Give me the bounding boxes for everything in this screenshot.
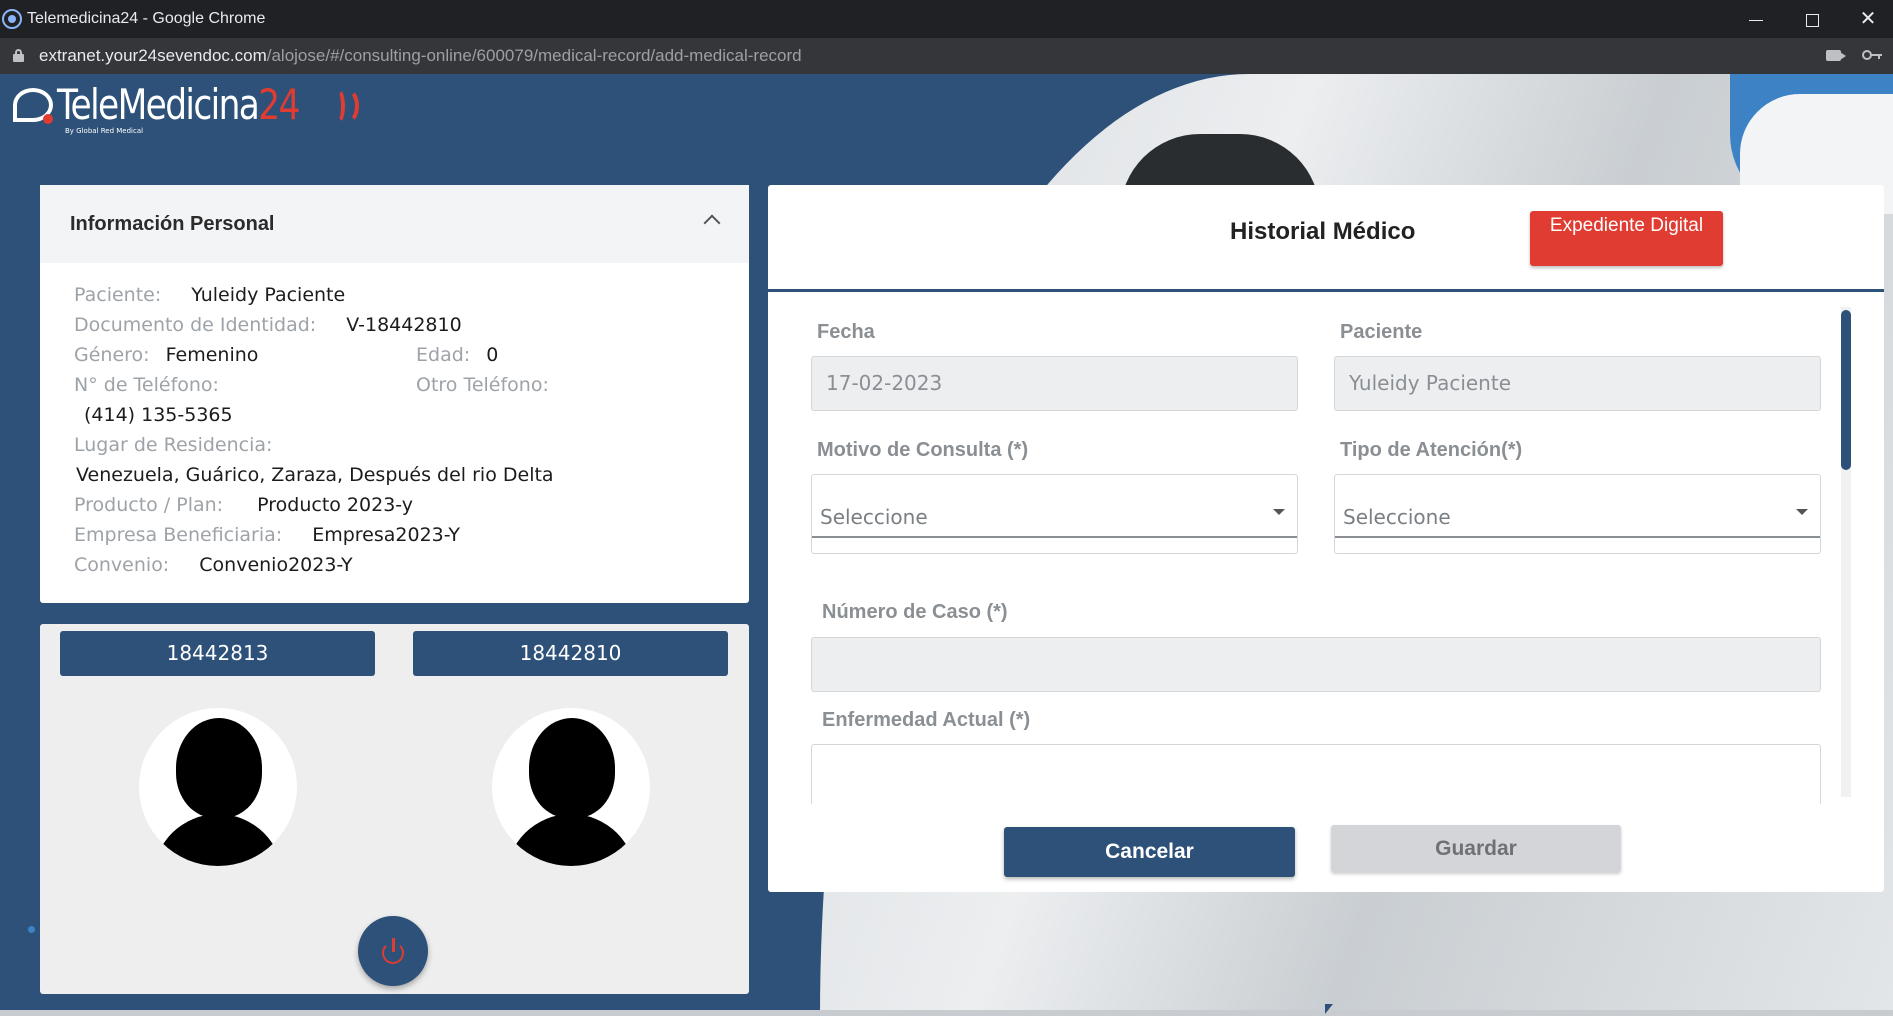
close-icon: ✕	[1859, 8, 1877, 30]
minimize-button[interactable]	[1728, 0, 1784, 38]
url-domain: extranet.your24sevendoc.com	[39, 46, 267, 65]
browser-titlebar: Telemedicina24 - Google Chrome ✕	[0, 0, 1893, 38]
dropdown-caret-icon	[1796, 509, 1808, 515]
logo-name: TeleMedicina	[57, 80, 260, 129]
phone-label: N° de Teléfono:	[74, 374, 219, 396]
reason-select[interactable]: Seleccione	[811, 474, 1298, 554]
personal-info-card: Información Personal Paciente: Yuleidy P…	[40, 185, 749, 603]
phone-label-text: N° de Teléfono:	[74, 374, 219, 396]
minimize-icon	[1749, 19, 1763, 21]
form-scrollbar-thumb[interactable]	[1841, 310, 1851, 470]
agreement-value: Convenio2023-Y	[199, 554, 353, 576]
logo-tagline: By Global Red Medical	[65, 127, 144, 135]
select-underline	[812, 536, 1297, 538]
end-call-button[interactable]	[358, 916, 428, 986]
agreement-row: Convenio: Convenio2023-Y	[74, 554, 353, 576]
product-row: Producto / Plan: Producto 2023-y	[74, 494, 413, 516]
product-value: Producto 2023-y	[257, 494, 414, 516]
attention-select-value: Seleccione	[1343, 505, 1451, 529]
patient-row: Paciente: Yuleidy Paciente	[74, 284, 345, 306]
patient-field-label: Paciente	[1340, 321, 1423, 343]
avatar-icon	[492, 708, 650, 866]
company-row: Empresa Beneficiaria: Empresa2023-Y	[74, 524, 460, 546]
gender-label: Género:	[74, 344, 150, 366]
date-field[interactable]: 17-02-2023	[811, 356, 1298, 411]
participants-card: 18442813 18442810	[40, 624, 749, 994]
age-label: Edad:	[416, 344, 471, 366]
company-value: Empresa2023-Y	[312, 524, 460, 546]
phone-value-text: (414) 135-5365	[84, 404, 233, 426]
maximize-icon	[1805, 13, 1819, 27]
gender-row: Género: Femenino	[74, 344, 258, 366]
current-illness-label: Enfermedad Actual (*)	[822, 709, 1031, 731]
date-label: Fecha	[817, 321, 875, 343]
select-underline	[1335, 536, 1820, 538]
phone-value: (414) 135-5365	[84, 404, 233, 426]
window-title: Telemedicina24 - Google Chrome	[27, 10, 266, 27]
cancel-button[interactable]: Cancelar	[1004, 827, 1295, 877]
maximize-button[interactable]	[1784, 0, 1840, 38]
save-button[interactable]: Guardar	[1331, 825, 1621, 872]
bottom-edge	[0, 1010, 1893, 1016]
participant-id-left[interactable]: 18442813	[60, 631, 375, 676]
favicon-icon	[2, 9, 22, 29]
agreement-label: Convenio:	[74, 554, 170, 576]
participant-id-right[interactable]: 18442810	[413, 631, 728, 676]
current-illness-field[interactable]	[811, 744, 1821, 804]
medical-record-form: Fecha Paciente 17-02-2023 Yuleidy Pacien…	[768, 292, 1884, 812]
chevron-up-icon[interactable]	[703, 214, 721, 232]
patient-value: Yuleidy Paciente	[191, 284, 346, 306]
key-icon[interactable]	[1862, 48, 1884, 62]
side-indicator-dot	[28, 926, 35, 933]
personal-info-header[interactable]: Información Personal	[40, 185, 749, 263]
avatar-icon	[139, 708, 297, 866]
personal-info-title: Información Personal	[70, 213, 275, 235]
stethoscope-dot	[43, 114, 53, 124]
patient-label: Paciente:	[74, 284, 162, 306]
attention-type-label: Tipo de Atención(*)	[1340, 439, 1523, 461]
patient-field[interactable]: Yuleidy Paciente	[1334, 356, 1821, 411]
mouse-cursor-icon	[1325, 1004, 1333, 1014]
case-number-field[interactable]	[811, 637, 1821, 692]
age-value: 0	[486, 344, 499, 366]
residence-value: Venezuela, Guárico, Zaraza, Después del …	[76, 464, 554, 486]
digital-file-button[interactable]: Expediente Digital	[1530, 211, 1723, 266]
medical-record-card: Historial Médico Expediente Digital Fech…	[768, 185, 1884, 892]
dropdown-caret-icon	[1273, 509, 1285, 515]
other-phone-label: Otro Teléfono:	[416, 374, 549, 396]
url-text[interactable]: extranet.your24sevendoc.com/alojose/#/co…	[39, 46, 802, 66]
age-row: Edad: 0	[416, 344, 498, 366]
product-label: Producto / Plan:	[74, 494, 224, 516]
address-bar[interactable]: extranet.your24sevendoc.com/alojose/#/co…	[0, 38, 1893, 74]
attention-type-select[interactable]: Seleccione	[1334, 474, 1821, 554]
residence-label-text: Lugar de Residencia:	[74, 434, 273, 456]
document-value: V-18442810	[346, 314, 462, 336]
document-row: Documento de Identidad: V-18442810	[74, 314, 462, 336]
signal-waves-icon	[331, 88, 371, 124]
logo-text: TeleMedicina24	[57, 80, 300, 129]
reason-label: Motivo de Consulta (*)	[817, 439, 1029, 461]
logo-number: 24	[258, 80, 300, 129]
url-path: /alojose/#/consulting-online/600079/medi…	[266, 46, 802, 65]
other-phone-label-text: Otro Teléfono:	[416, 374, 549, 396]
medical-record-title: Historial Médico	[1230, 218, 1416, 245]
document-label: Documento de Identidad:	[74, 314, 317, 336]
power-icon-stick	[392, 938, 395, 952]
camera-icon[interactable]	[1826, 50, 1846, 61]
residence-label: Lugar de Residencia:	[74, 434, 272, 456]
page-content: TeleMedicina24 By Global Red Medical Inf…	[0, 74, 1893, 1016]
case-number-label: Número de Caso (*)	[822, 601, 1008, 623]
close-window-button[interactable]: ✕	[1840, 0, 1893, 38]
lock-icon[interactable]	[13, 49, 24, 62]
gender-value: Femenino	[165, 344, 259, 366]
company-label: Empresa Beneficiaria:	[74, 524, 283, 546]
reason-select-value: Seleccione	[820, 505, 928, 529]
residence-value-text: Venezuela, Guárico, Zaraza, Después del …	[76, 464, 554, 486]
